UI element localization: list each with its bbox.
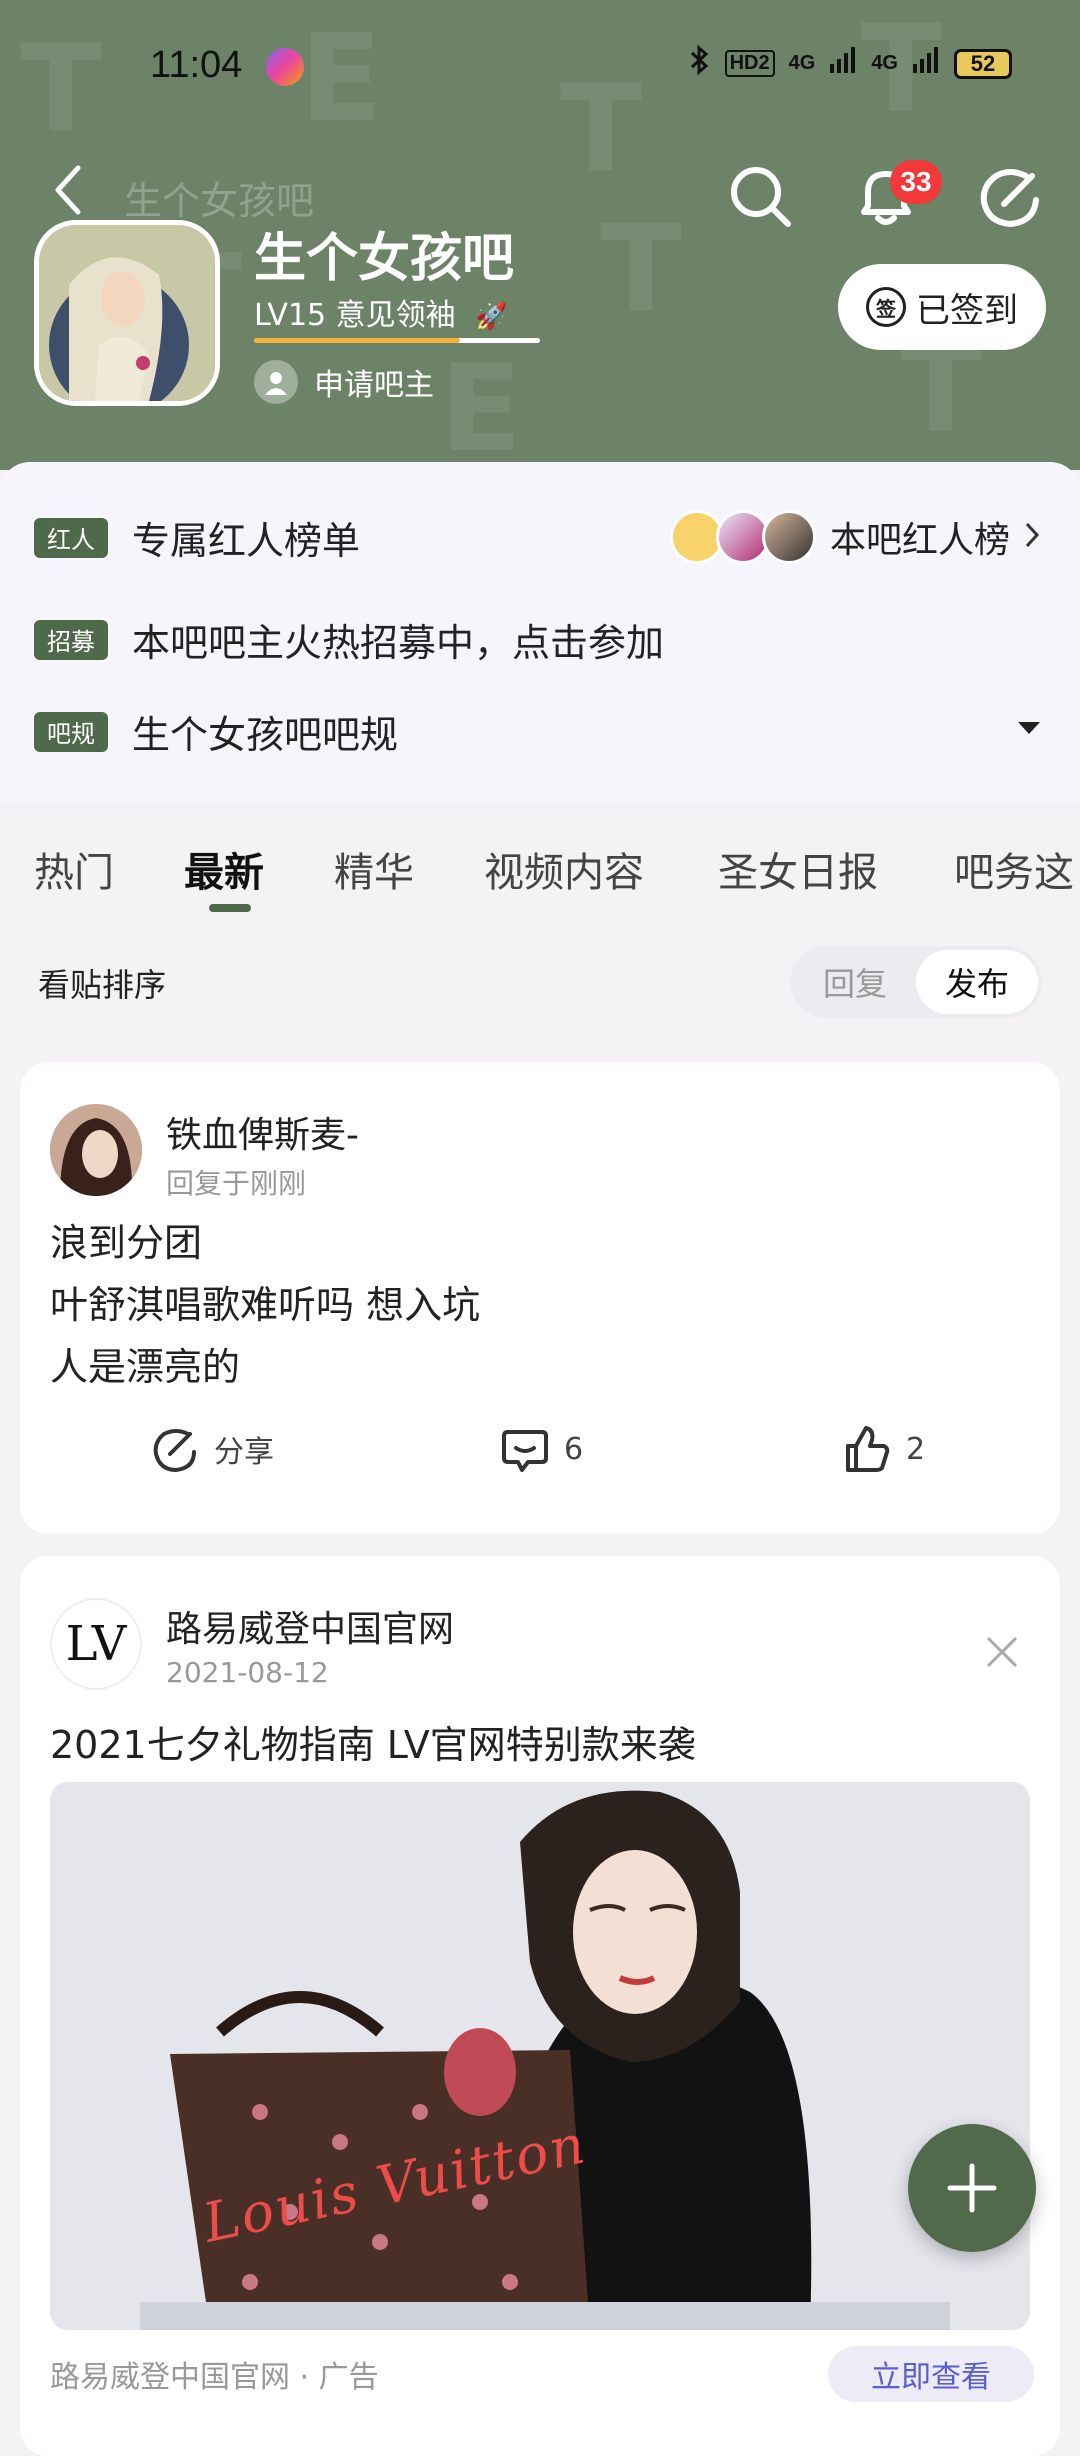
post-actions: 分享 6 2 xyxy=(20,1424,1060,1484)
like-button[interactable]: 2 xyxy=(842,1424,925,1474)
share-icon xyxy=(153,1429,196,1473)
info-text: 生个女孩吧吧规 xyxy=(132,713,399,757)
battery-icon: 52 xyxy=(954,48,1012,79)
info-text: 本吧吧主火热招募中，点击参加 xyxy=(132,621,665,665)
ad-footer: 路易威登中国官网 · 广告 xyxy=(50,2360,379,2395)
bluetooth-icon xyxy=(689,44,711,83)
close-icon[interactable] xyxy=(982,1632,1022,1672)
status-icons: HD2 4G 4G 52 xyxy=(689,44,1012,83)
brand-logo[interactable]: LV xyxy=(50,1598,142,1690)
user-icon xyxy=(254,360,298,404)
status-bar: 11:04 HD2 4G 4G 52 xyxy=(0,0,1080,130)
comment-count: 6 xyxy=(564,1431,584,1467)
active-tab-indicator xyxy=(209,904,251,912)
plus-icon xyxy=(947,2163,997,2213)
apply-moderator-button[interactable]: 申请吧主 xyxy=(254,360,434,404)
watermark: T xyxy=(600,200,682,339)
avatar xyxy=(761,510,816,564)
create-post-fab[interactable] xyxy=(908,2124,1036,2252)
info-tag: 招募 xyxy=(34,619,108,660)
ad-title[interactable]: 2021七夕礼物指南 LV官网特别款来袭 xyxy=(50,1714,696,1769)
forum-header: T E T T T T T E 11:04 HD2 4G 4G 52 生个女孩吧 xyxy=(0,0,1080,470)
comment-button[interactable]: 6 xyxy=(500,1424,583,1474)
author-name[interactable]: 铁血俾斯麦- xyxy=(166,1106,359,1158)
ad-cta-button[interactable]: 立即查看 xyxy=(828,2346,1034,2402)
sort-toggle: 回复 发布 xyxy=(790,946,1042,1018)
post-time: 回复于刚刚 xyxy=(166,1167,307,1200)
ad-image[interactable]: Louis Vuitton xyxy=(50,1782,1030,2330)
forum-avatar[interactable] xyxy=(34,220,220,406)
tab-admin[interactable]: 吧务这 xyxy=(954,840,1074,898)
user-level[interactable]: LV15 意见领袖 🚀 xyxy=(254,290,508,334)
post-line: 人是漂亮的 xyxy=(50,1345,241,1389)
rocket-icon: 🚀 xyxy=(475,302,508,332)
post-card[interactable]: 铁血俾斯麦- 回复于刚刚 浪到分团 叶舒淇唱歌难听吗 想入坑 人是漂亮的 分享 … xyxy=(20,1062,1060,1534)
chevron-right-icon xyxy=(1024,517,1040,558)
signed-label: 已签到 xyxy=(916,290,1018,331)
app-notification-icon xyxy=(266,48,304,86)
info-tag: 吧规 xyxy=(34,711,108,752)
tab-daily[interactable]: 圣女日报 xyxy=(718,840,878,898)
like-count: 2 xyxy=(906,1431,926,1467)
thumbs-up-icon xyxy=(846,1426,890,1472)
status-time: 11:04 xyxy=(150,44,243,86)
tab-bar: 热门 最新 精华 视频内容 圣女日报 吧务这 xyxy=(0,840,1080,920)
post-line: 叶舒淇唱歌难听吗 想入坑 xyxy=(50,1283,481,1327)
sort-publish-option[interactable]: 发布 xyxy=(916,950,1038,1014)
info-tag: 红人 xyxy=(34,517,108,558)
search-button[interactable] xyxy=(724,160,796,232)
level-progress-bar xyxy=(254,338,540,343)
ad-card[interactable]: LV 路易威登中国官网 2021-08-12 2021七夕礼物指南 LV官网特别… xyxy=(20,1556,1060,2456)
info-row-rules[interactable]: 吧规 生个女孩吧吧规 xyxy=(34,704,398,759)
ranking-label: 本吧红人榜 xyxy=(829,520,1010,561)
tab-latest[interactable]: 最新 xyxy=(184,840,264,898)
post-line: 浪到分团 xyxy=(50,1221,203,1265)
tab-video[interactable]: 视频内容 xyxy=(484,840,644,898)
hd-icon: HD2 xyxy=(724,50,775,77)
tab-featured[interactable]: 精华 xyxy=(334,840,414,898)
author-avatar[interactable] xyxy=(50,1104,142,1196)
level-label: LV15 意见领袖 xyxy=(254,298,456,333)
info-row-ranking[interactable]: 红人 专属红人榜单 xyxy=(34,510,360,565)
signal-2-label: 4G xyxy=(871,52,898,74)
signed-in-button[interactable]: 签 已签到 xyxy=(838,264,1046,350)
ranking-link[interactable]: 本吧红人榜 xyxy=(669,510,1040,564)
ad-date: 2021-08-12 xyxy=(166,1656,329,1689)
expand-caret-icon[interactable] xyxy=(1018,722,1040,734)
notification-badge: 33 xyxy=(890,160,942,204)
post-body: 浪到分团 叶舒淇唱歌难听吗 想入坑 人是漂亮的 xyxy=(50,1212,480,1398)
share-button[interactable]: 分享 xyxy=(150,1424,274,1474)
comment-icon xyxy=(502,1430,548,1472)
watermark: E xyxy=(440,340,522,470)
sort-label: 看贴排序 xyxy=(38,966,167,1004)
signal-2-icon xyxy=(912,46,940,81)
share-label: 分享 xyxy=(214,1435,274,1470)
back-button[interactable] xyxy=(48,160,88,220)
signal-1-label: 4G xyxy=(788,52,816,74)
apply-label: 申请吧主 xyxy=(314,368,434,403)
level-progress-fill xyxy=(254,338,460,343)
compose-button[interactable] xyxy=(974,160,1046,232)
info-text: 专属红人榜单 xyxy=(132,519,361,563)
tab-hot[interactable]: 热门 xyxy=(34,840,114,898)
info-row-recruit[interactable]: 招募 本吧吧主火热招募中，点击参加 xyxy=(34,612,664,667)
forum-name: 生个女孩吧 xyxy=(254,229,515,289)
sign-in-icon: 签 xyxy=(866,287,906,327)
sort-reply-option[interactable]: 回复 xyxy=(794,950,916,1014)
signal-1-icon xyxy=(829,46,857,81)
ad-author[interactable]: 路易威登中国官网 xyxy=(166,1600,454,1652)
